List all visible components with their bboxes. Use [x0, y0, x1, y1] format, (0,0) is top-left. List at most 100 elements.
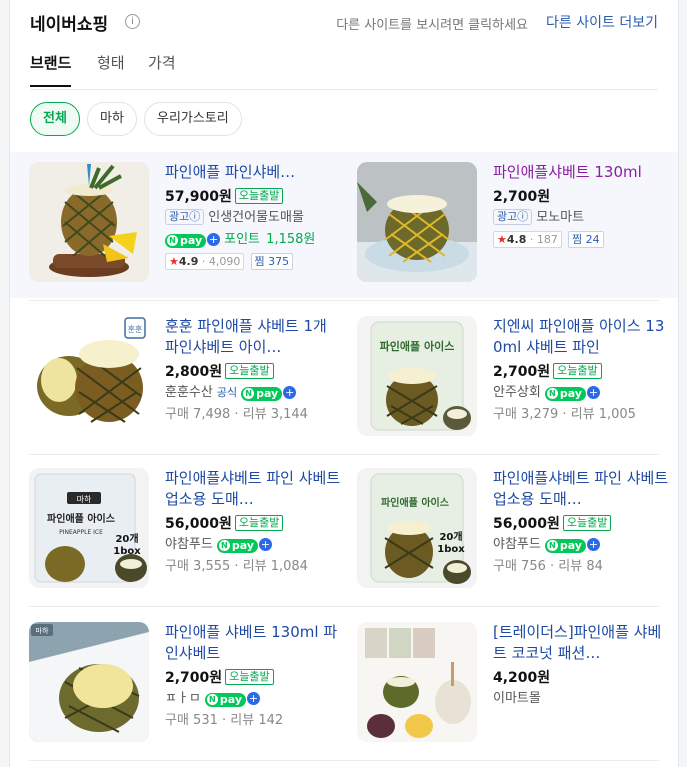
product-name[interactable]: [트레이더스]파인애플 샤베트 코코넛 패션… [493, 622, 671, 664]
product-image[interactable]: 마하 파인애플 아이스 PINEAPPLE ICE 20개 1box [29, 468, 149, 588]
naver-n-icon: N [546, 388, 558, 399]
tab-brand[interactable]: 브랜드 [30, 52, 72, 87]
product-image[interactable]: 파인애플 아이스 20개 1box [357, 468, 477, 588]
seller-name[interactable]: 이마트몰 [493, 691, 541, 706]
tab-price[interactable]: 가격 [148, 52, 176, 85]
product-card[interactable]: 마하 파인애플 아이스 PINEAPPLE ICE 20개 1box 파인애플샤… [29, 458, 349, 598]
chip-all[interactable]: 전체 [30, 102, 80, 136]
svg-text:파인애플 아이스: 파인애플 아이스 [47, 512, 115, 525]
naver-n-icon: N [243, 388, 255, 399]
product-price: 2,700원 [165, 670, 223, 686]
product-card[interactable]: 파인애플 아이스 지엔씨 파인애플 아이스 130ml 샤베트 파인 2,700… [357, 306, 677, 446]
npay-badge: Npay [204, 693, 247, 707]
product-price: 56,000원 [165, 516, 232, 532]
plus-icon: + [247, 692, 261, 705]
product-price: 2,700원 [493, 364, 551, 380]
product-name[interactable]: 파인애플 파인샤베… [165, 162, 343, 183]
purchase-count: 구매 531 [165, 713, 218, 728]
official-badge: 공식 [216, 386, 238, 399]
chip-maha[interactable]: 마하 [87, 102, 137, 136]
svg-text:1box: 1box [113, 546, 141, 557]
review-count[interactable]: 리뷰 1,005 [571, 407, 636, 422]
naver-n-icon: N [206, 694, 218, 705]
product-name[interactable]: 파인애플샤베트 파인 샤베트 업소용 도매… [165, 468, 343, 510]
product-price: 56,000원 [493, 516, 560, 532]
review-count[interactable]: 리뷰 84 [558, 559, 603, 574]
product-price: 4,200원 [493, 670, 551, 686]
row-divider [29, 606, 659, 607]
more-sites-link[interactable]: 다른 사이트 더보기 [546, 12, 658, 32]
row-divider [29, 760, 659, 761]
section-title[interactable]: 네이버쇼핑 [30, 10, 108, 35]
npay-badge: Npay [544, 539, 586, 553]
product-image[interactable] [357, 622, 477, 742]
svg-text:마하: 마하 [36, 626, 49, 635]
npay-badge: Npay [216, 539, 258, 553]
svg-text:20개: 20개 [115, 532, 138, 545]
zzim-badge: 찜 24 [568, 231, 604, 248]
purchase-count: 구매 7,498 [165, 407, 231, 422]
same-day-badge: 오늘출발 [553, 363, 602, 379]
product-name[interactable]: 파인애플샤베트 130ml [493, 162, 671, 183]
pineapple-ice-box-image: 마하 파인애플 아이스 PINEAPPLE ICE 20개 1box [29, 468, 149, 588]
product-name[interactable]: 지엔씨 파인애플 아이스 130ml 샤베트 파인 [493, 316, 671, 358]
product-image[interactable]: 마하 [29, 622, 149, 742]
npay-badge: Npay [165, 234, 207, 248]
product-card[interactable]: 훈훈 훈훈 파인애플 샤베트 1개 파인샤베트 아이… 2,800원 오늘출발 훈… [29, 306, 349, 446]
product-card[interactable]: [트레이더스]파인애플 샤베트 코코넛 패션… 4,200원 이마트몰 [357, 612, 677, 752]
seller-name[interactable]: ㅍㅏㅁ [165, 691, 201, 706]
product-image[interactable]: 파인애플 아이스 [357, 316, 477, 436]
seller-name[interactable]: 야참푸드 [165, 537, 213, 552]
ad-badge[interactable]: 광고ⓘ [493, 209, 533, 225]
review-count[interactable]: 리뷰 3,144 [243, 407, 308, 422]
plus-icon: + [283, 386, 297, 399]
product-card[interactable]: 파인애플샤베트 130ml 2,700원 광고ⓘ 모노마트 ★4.8 · 187 … [357, 152, 677, 292]
seller-name[interactable]: 인생건어물도매몰 [208, 210, 304, 225]
seller-name[interactable]: 안주상회 [493, 385, 541, 400]
svg-text:20개: 20개 [439, 530, 462, 543]
svg-text:PINEAPPLE ICE: PINEAPPLE ICE [59, 529, 103, 536]
tab-type[interactable]: 형태 [97, 52, 125, 85]
product-image[interactable] [357, 162, 477, 282]
pineapple-ice-pack-image: 파인애플 아이스 [357, 316, 477, 436]
review-count[interactable]: 리뷰 1,084 [243, 559, 308, 574]
seller-name[interactable]: 훈훈수산 [165, 385, 213, 400]
row-divider [29, 454, 659, 455]
pineapple-bowl-ice-image [357, 162, 477, 282]
product-price: 2,800원 [165, 364, 223, 380]
same-day-badge: 오늘출발 [562, 515, 612, 531]
product-name[interactable]: 파인애플샤베트 파인 샤베트 업소용 도매… [493, 468, 671, 510]
product-price: 57,900원 [165, 189, 232, 205]
same-day-badge: 오늘출발 [234, 188, 284, 204]
product-name[interactable]: 훈훈 파인애플 샤베트 1개 파인샤베트 아이… [165, 316, 343, 358]
zzim-badge: 찜 375 [250, 253, 294, 270]
shopping-card: 네이버쇼핑 i 다른 사이트를 보시려면 클릭하세요 다른 사이트 더보기 브랜… [9, 0, 679, 767]
purchase-count: 구매 756 [493, 559, 546, 574]
star-icon: ★ [169, 255, 179, 268]
pineapple-ice-box-image: 파인애플 아이스 20개 1box [357, 468, 477, 588]
info-icon[interactable]: i [125, 14, 140, 29]
review-count[interactable]: 리뷰 142 [230, 713, 283, 728]
product-card[interactable]: 마하 파인애플 샤베트 130ml 파인샤베트 2,700원 오늘출발 ㅍㅏㅁ Np… [29, 612, 349, 752]
product-price: 2,700원 [493, 189, 551, 205]
product-card[interactable]: 파인애플 파인샤베… 57,900원 오늘출발 광고ⓘ 인생건어물도매몰 Npay +… [29, 152, 349, 292]
purchase-count: 구매 3,279 [493, 407, 559, 422]
same-day-badge: 오늘출발 [225, 363, 274, 379]
rating-badge: ★4.9 · 4,090 [165, 253, 245, 270]
svg-text:파인애플 아이스: 파인애플 아이스 [381, 496, 449, 509]
npay-badge: Npay [544, 387, 586, 401]
chip-urigastory[interactable]: 우리가스토리 [144, 102, 242, 136]
naver-n-icon: N [546, 540, 558, 551]
other-site-hint: 다른 사이트를 보시려면 클릭하세요 [336, 18, 528, 33]
pineapple-sorbet-plate-image: 마하 [29, 622, 149, 742]
ad-badge[interactable]: 광고ⓘ [165, 209, 205, 225]
product-image[interactable] [29, 162, 149, 282]
product-card[interactable]: 파인애플 아이스 20개 1box 파인애플샤베트 파인 샤베트 업소용 도매…… [357, 458, 677, 598]
product-name[interactable]: 파인애플 샤베트 130ml 파인샤베트 [165, 622, 343, 664]
purchase-count: 구매 3,555 [165, 559, 231, 574]
naver-n-icon: N [167, 235, 178, 246]
product-image[interactable]: 훈훈 [29, 316, 149, 436]
seller-name[interactable]: 모노마트 [536, 210, 584, 225]
npay-badge: Npay [241, 387, 283, 401]
seller-name[interactable]: 야참푸드 [493, 537, 541, 552]
